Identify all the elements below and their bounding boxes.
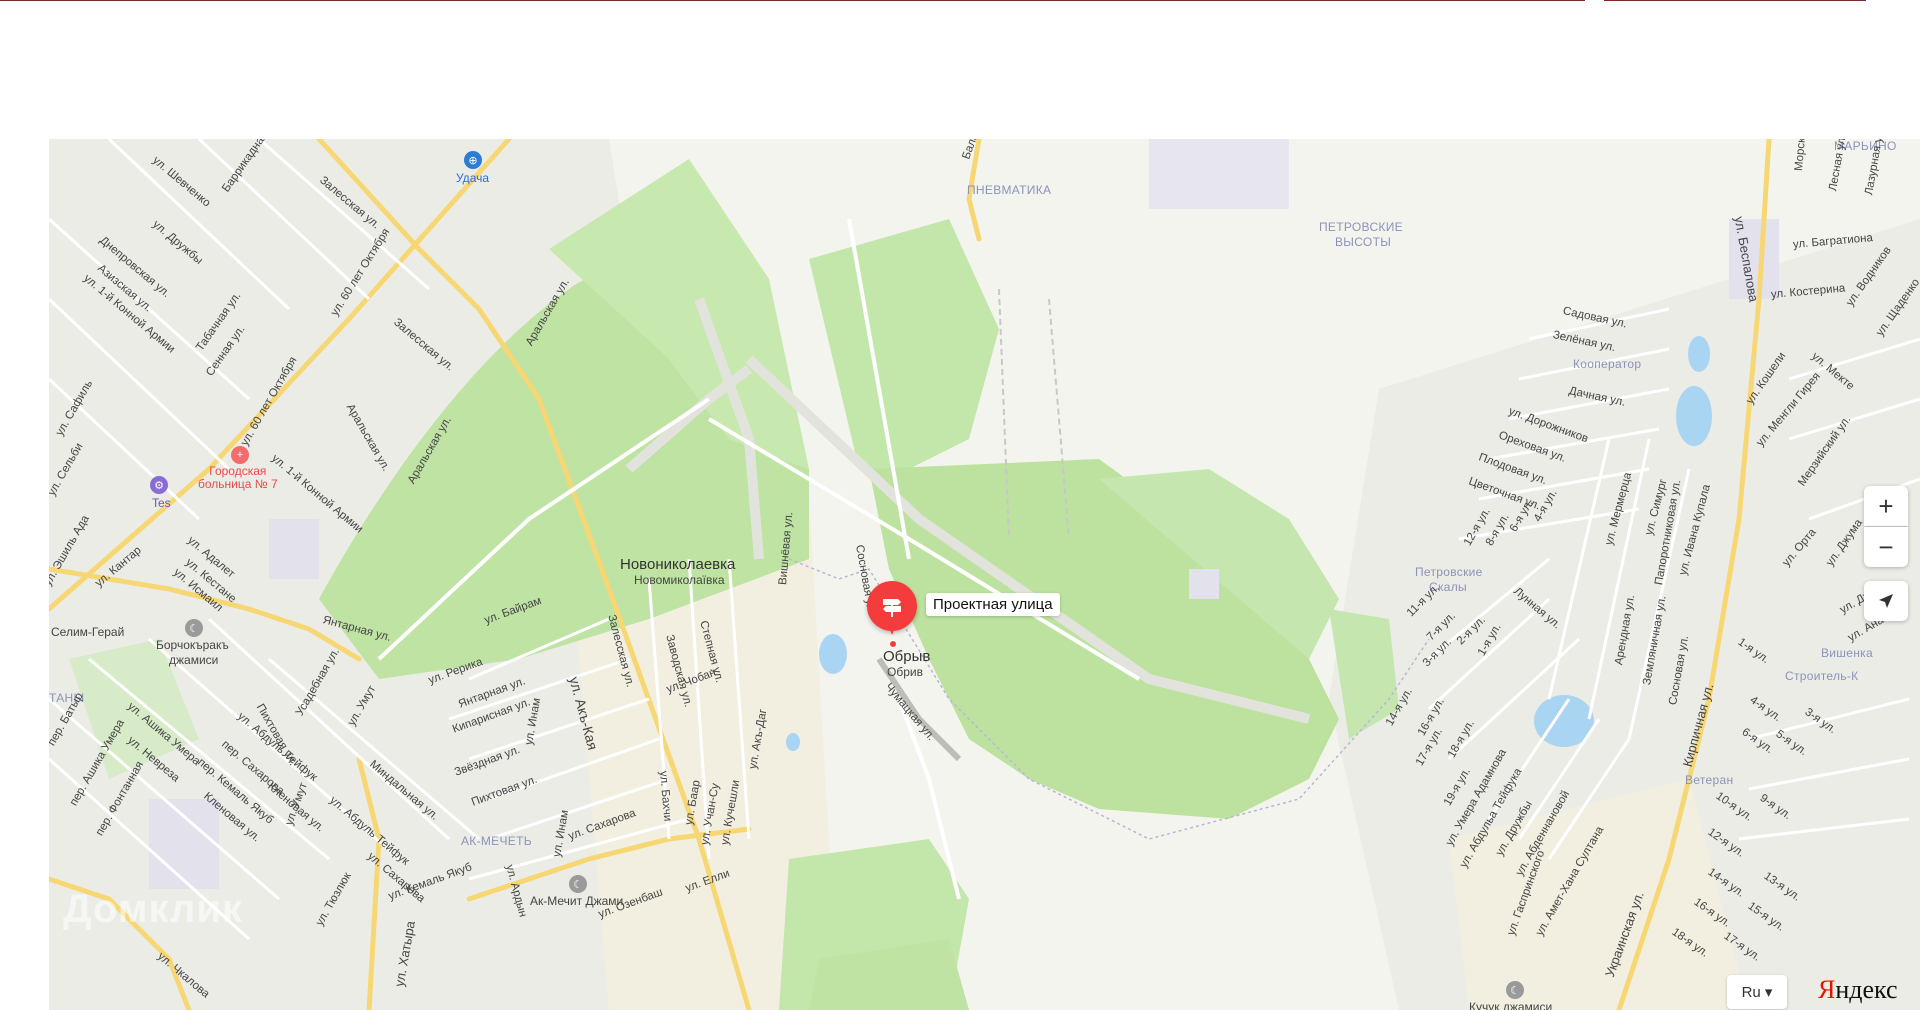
poi-label-line: больница № 7: [198, 477, 278, 491]
top-divider-left: [0, 0, 1585, 1]
location-arrow-icon: [1879, 594, 1893, 608]
place-label: Новониколаевка: [620, 556, 736, 573]
poi-label[interactable]: Удача: [456, 171, 489, 185]
mosque-icon[interactable]: ☾: [569, 875, 587, 893]
district-label: ПЕТРОВСКИЕ: [1319, 220, 1403, 234]
poi-label[interactable]: Кучук джамиси: [1469, 1000, 1552, 1010]
poi-label[interactable]: джамиси: [169, 653, 218, 667]
map-base-layer: [49, 139, 1920, 1010]
top-divider-right: [1604, 0, 1866, 1]
zoom-in-button[interactable]: +: [1864, 486, 1908, 526]
poi-label[interactable]: Tes: [152, 496, 171, 510]
district-label: Кооператор: [1573, 357, 1642, 371]
place-label-sub: Обрив: [887, 665, 923, 679]
logo-text: ндекс: [1835, 975, 1898, 1004]
district-label: Строитель-К: [1785, 669, 1859, 683]
district-label: ВЫСОТЫ: [1335, 235, 1392, 249]
district-label: АК-МЕЧЕТЬ: [461, 834, 532, 848]
poi-label[interactable]: Борчокъракъ: [156, 638, 229, 652]
district-label: Ветеран: [1685, 773, 1734, 787]
pin-label[interactable]: Проектная улица: [926, 593, 1060, 616]
map-canvas[interactable]: Домклик ПНЕВМАТИКА ПЕТРОВСКИЕ ВЫСОТЫ МАР…: [49, 139, 1920, 1010]
place-label: Обрыв: [883, 648, 931, 665]
geolocation-button[interactable]: [1864, 581, 1908, 621]
shop-icon[interactable]: ⊕: [464, 151, 482, 169]
zoom-out-button[interactable]: −: [1864, 527, 1908, 567]
gas-station-icon[interactable]: ⚙: [150, 476, 168, 494]
yandex-logo[interactable]: Яндекс: [1818, 975, 1898, 1005]
language-selector[interactable]: Ru ▾: [1727, 975, 1787, 1009]
poi-label[interactable]: Городская больница № 7: [198, 465, 278, 491]
mosque-icon[interactable]: ☾: [185, 619, 203, 637]
pin-point: [889, 640, 897, 648]
logo-letter: Я: [1818, 975, 1836, 1004]
signpost-icon: [883, 599, 901, 617]
location-pin-icon[interactable]: [867, 581, 917, 635]
district-label: Вишенка: [1821, 646, 1873, 660]
watermark: Домклик: [63, 887, 244, 931]
district-label: ПНЕВМАТИКА: [967, 183, 1052, 197]
hospital-icon[interactable]: +: [231, 446, 249, 464]
poi-label[interactable]: Селим-Герай: [51, 625, 124, 639]
place-label-sub: Новомиколаївка: [634, 573, 725, 587]
district-label: Петровские: [1415, 565, 1483, 579]
mosque-icon[interactable]: ☾: [1506, 981, 1524, 999]
